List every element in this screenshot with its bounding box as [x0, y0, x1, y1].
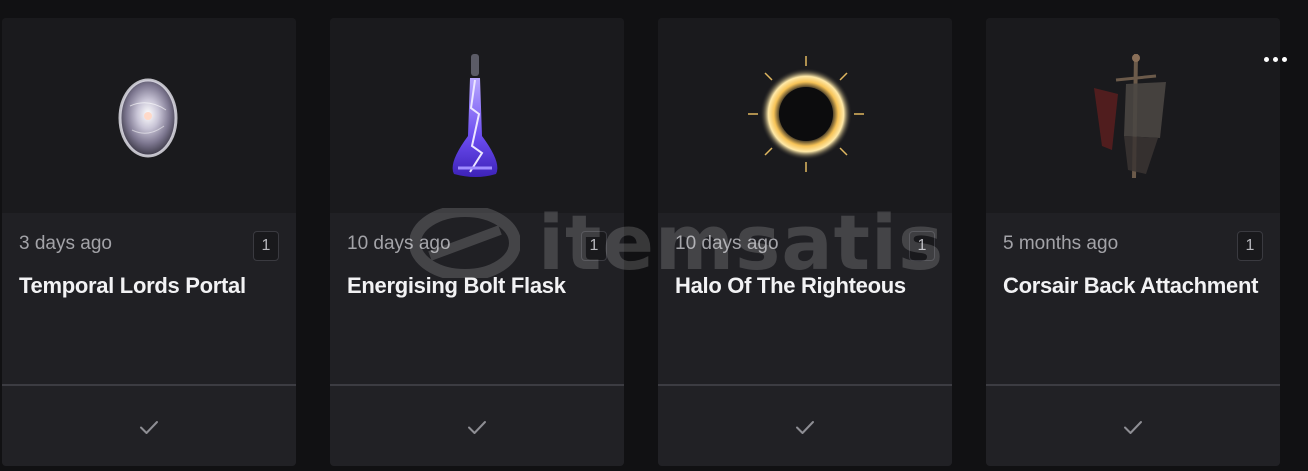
- item-time: 10 days ago: [347, 233, 451, 254]
- card-footer[interactable]: [986, 386, 1280, 466]
- item-card[interactable]: 5 months ago 1 Corsair Back Attachment: [986, 18, 1280, 466]
- card-footer[interactable]: [658, 386, 952, 466]
- check-icon[interactable]: [1121, 415, 1145, 439]
- item-card[interactable]: 10 days ago 1 Energising Bolt Flask: [330, 18, 624, 466]
- item-grid-view: 3 days ago 1 Temporal Lords Portal 10 da…: [0, 0, 1308, 471]
- item-card[interactable]: 3 days ago 1 Temporal Lords Portal: [2, 18, 296, 466]
- item-card[interactable]: 10 days ago 1 Halo Of The Righteous: [658, 18, 952, 466]
- item-quantity-badge: 1: [909, 231, 935, 261]
- item-name[interactable]: Halo Of The Righteous: [675, 268, 932, 303]
- item-info: 10 days ago 1 Halo Of The Righteous: [658, 213, 952, 385]
- item-thumbnail: [986, 18, 1280, 213]
- item-thumbnail: [330, 18, 624, 213]
- lightning-flask-icon: [452, 54, 498, 177]
- item-quantity-badge: 1: [581, 231, 607, 261]
- item-card-list: 3 days ago 1 Temporal Lords Portal 10 da…: [2, 18, 1280, 466]
- item-name[interactable]: Energising Bolt Flask: [347, 268, 604, 303]
- item-info: 3 days ago 1 Temporal Lords Portal: [2, 213, 296, 385]
- item-time: 3 days ago: [19, 233, 112, 254]
- item-thumbnail: [2, 18, 296, 213]
- card-footer[interactable]: [2, 386, 296, 466]
- fire-halo-icon: [748, 56, 864, 172]
- check-icon[interactable]: [793, 415, 817, 439]
- card-footer[interactable]: [330, 386, 624, 466]
- check-icon[interactable]: [465, 415, 489, 439]
- item-name[interactable]: Temporal Lords Portal: [19, 268, 276, 303]
- more-dot: [1263, 56, 1269, 62]
- item-time: 5 months ago: [1003, 233, 1119, 254]
- item-info: 5 months ago 1 Corsair Back Attachment: [986, 213, 1280, 385]
- portal-orb-icon: [118, 78, 178, 158]
- item-time: 10 days ago: [675, 233, 779, 254]
- item-quantity-badge: 1: [253, 231, 279, 261]
- more-dot: [1272, 56, 1278, 62]
- more-dot: [1281, 56, 1287, 62]
- check-icon[interactable]: [137, 415, 161, 439]
- item-thumbnail: [658, 18, 952, 213]
- item-name[interactable]: Corsair Back Attachment: [1003, 268, 1260, 303]
- more-horizontal-icon[interactable]: [1260, 44, 1290, 74]
- item-info: 10 days ago 1 Energising Bolt Flask: [330, 213, 624, 385]
- item-quantity-badge: 1: [1237, 231, 1263, 261]
- ship-mast-icon: [1094, 53, 1166, 179]
